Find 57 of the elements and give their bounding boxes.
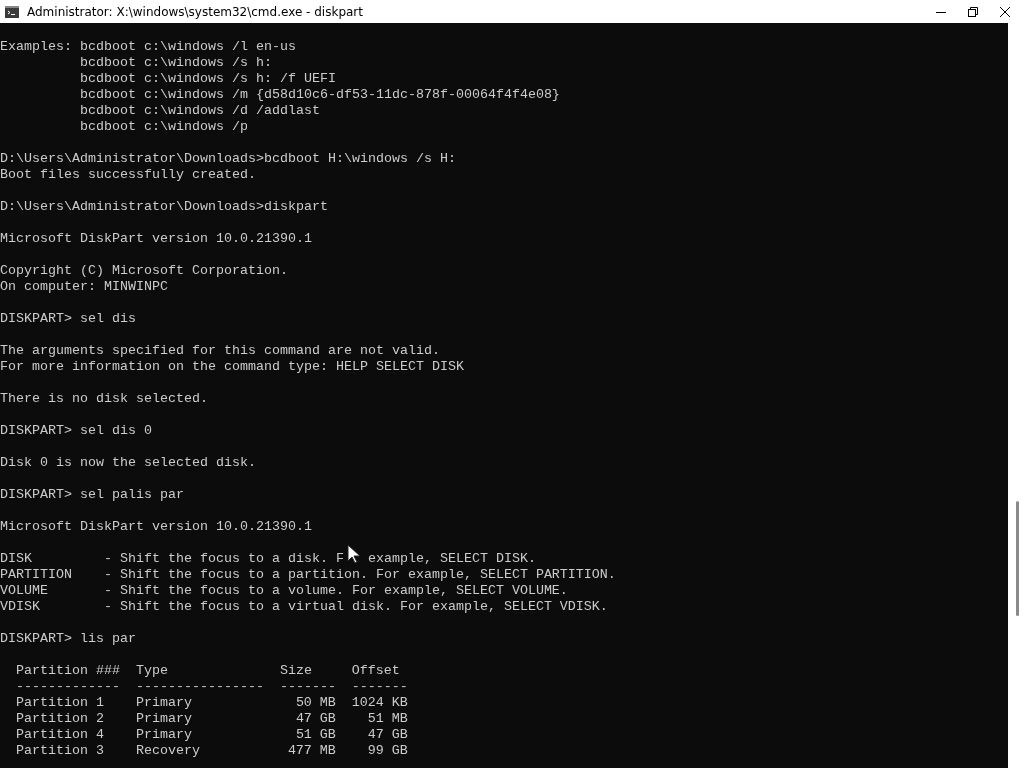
header-rule: ------------- bbox=[16, 679, 120, 695]
table-cell-text: 51 MB bbox=[366, 711, 408, 727]
table-cell: 1024 KB bbox=[351, 695, 408, 711]
table-cell-text: 477 MB bbox=[286, 743, 336, 759]
scrollbar[interactable] bbox=[1008, 23, 1024, 768]
table-cell-text: 47 GB bbox=[294, 711, 336, 727]
column-header: Type bbox=[135, 663, 169, 679]
console-line: Examples: bcdboot c:\windows /l en-us bbox=[0, 39, 296, 55]
console-line: bcdboot c:\windows /s h: bbox=[78, 55, 272, 71]
console-line: For more information on the command type: HELP SELECT DISK bbox=[0, 359, 464, 375]
close-icon[interactable] bbox=[1000, 6, 1010, 17]
column-header: Partition ### bbox=[16, 663, 120, 679]
table-cell-text: Partition 1 bbox=[16, 695, 105, 711]
table-cell-text: Partition 2 bbox=[16, 711, 105, 727]
console-line: Disk 0 is now the selected disk. bbox=[0, 455, 256, 471]
console-line: On computer: MINWINPC bbox=[0, 279, 168, 295]
column-header: Offset bbox=[351, 663, 401, 679]
console-line: Microsoft DiskPart version 10.0.21390.1 bbox=[0, 519, 312, 535]
console-line: DISKPART> sel dis bbox=[0, 311, 136, 327]
console-line: DISKPART> sel palis par bbox=[0, 487, 184, 503]
console-line: D:\Users\Administrator\Downloads>diskpart bbox=[0, 199, 328, 215]
console-line: The arguments specified for this command are not valid. bbox=[0, 343, 440, 359]
console-line: bcdboot c:\windows /m {d58d10c6-df53-11dc-878f-00064f4f4e08} bbox=[78, 87, 560, 103]
table-cell-text: Recovery bbox=[135, 743, 201, 759]
console-line: Boot files successfully created. bbox=[0, 167, 256, 183]
console-line: PARTITION - Shift the focus to a partition. For example, SELECT PARTITION. bbox=[0, 567, 616, 583]
table-cell-text: Primary bbox=[135, 711, 193, 727]
console-line: Microsoft DiskPart version 10.0.21390.1 bbox=[0, 231, 312, 247]
header-rule: ------- bbox=[279, 679, 336, 695]
console-line: bcdboot c:\windows /d /addlast bbox=[78, 103, 320, 119]
table-cell-text: 99 GB bbox=[366, 743, 408, 759]
restore-icon[interactable] bbox=[968, 6, 978, 17]
table-cell-text: Primary bbox=[135, 695, 193, 711]
table-cell-text: Partition 3 bbox=[16, 743, 105, 759]
header-rule: ------- bbox=[351, 679, 408, 695]
console-line: example, SELECT DISK. bbox=[367, 551, 536, 567]
console-line: bcdboot c:\windows /s h: /f UEFI bbox=[78, 71, 336, 87]
scrollbar-thumb[interactable] bbox=[1016, 501, 1019, 616]
console-line: Copyright (C) Microsoft Corporation. bbox=[0, 263, 288, 279]
console-line: VOLUME - Shift the focus to a volume. For example, SELECT VOLUME. bbox=[0, 583, 568, 599]
console-line: There is no disk selected. bbox=[0, 391, 208, 407]
column-header: Size bbox=[279, 663, 313, 679]
console-line: DISKPART> sel dis 0 bbox=[0, 423, 152, 439]
table-cell-text: 51 GB bbox=[294, 727, 336, 743]
console-line: D:\Users\Administrator\Downloads>bcdboot H:\windows /s H: bbox=[0, 151, 456, 167]
console-line: DISK - Shift the focus to a disk. F bbox=[0, 551, 344, 567]
table-cell-text: Partition 4 bbox=[16, 727, 105, 743]
table-cell-text: 50 MB bbox=[294, 695, 336, 711]
console-line: bcdboot c:\windows /p bbox=[78, 119, 248, 135]
header-rule: ---------------- bbox=[135, 679, 264, 695]
terminal-icon bbox=[5, 5, 19, 18]
table-cell-text: Primary bbox=[135, 727, 193, 743]
console-line: VDISK - Shift the focus to a virtual disk. For example, SELECT VDISK. bbox=[0, 599, 608, 615]
window-title: Administrator: X:\windows\system32\cmd.exe - diskpart bbox=[27, 4, 363, 19]
console-line: DISKPART> lis par bbox=[0, 631, 136, 647]
mouse-pointer-icon bbox=[346, 544, 361, 564]
table-cell-text: 47 GB bbox=[366, 727, 408, 743]
